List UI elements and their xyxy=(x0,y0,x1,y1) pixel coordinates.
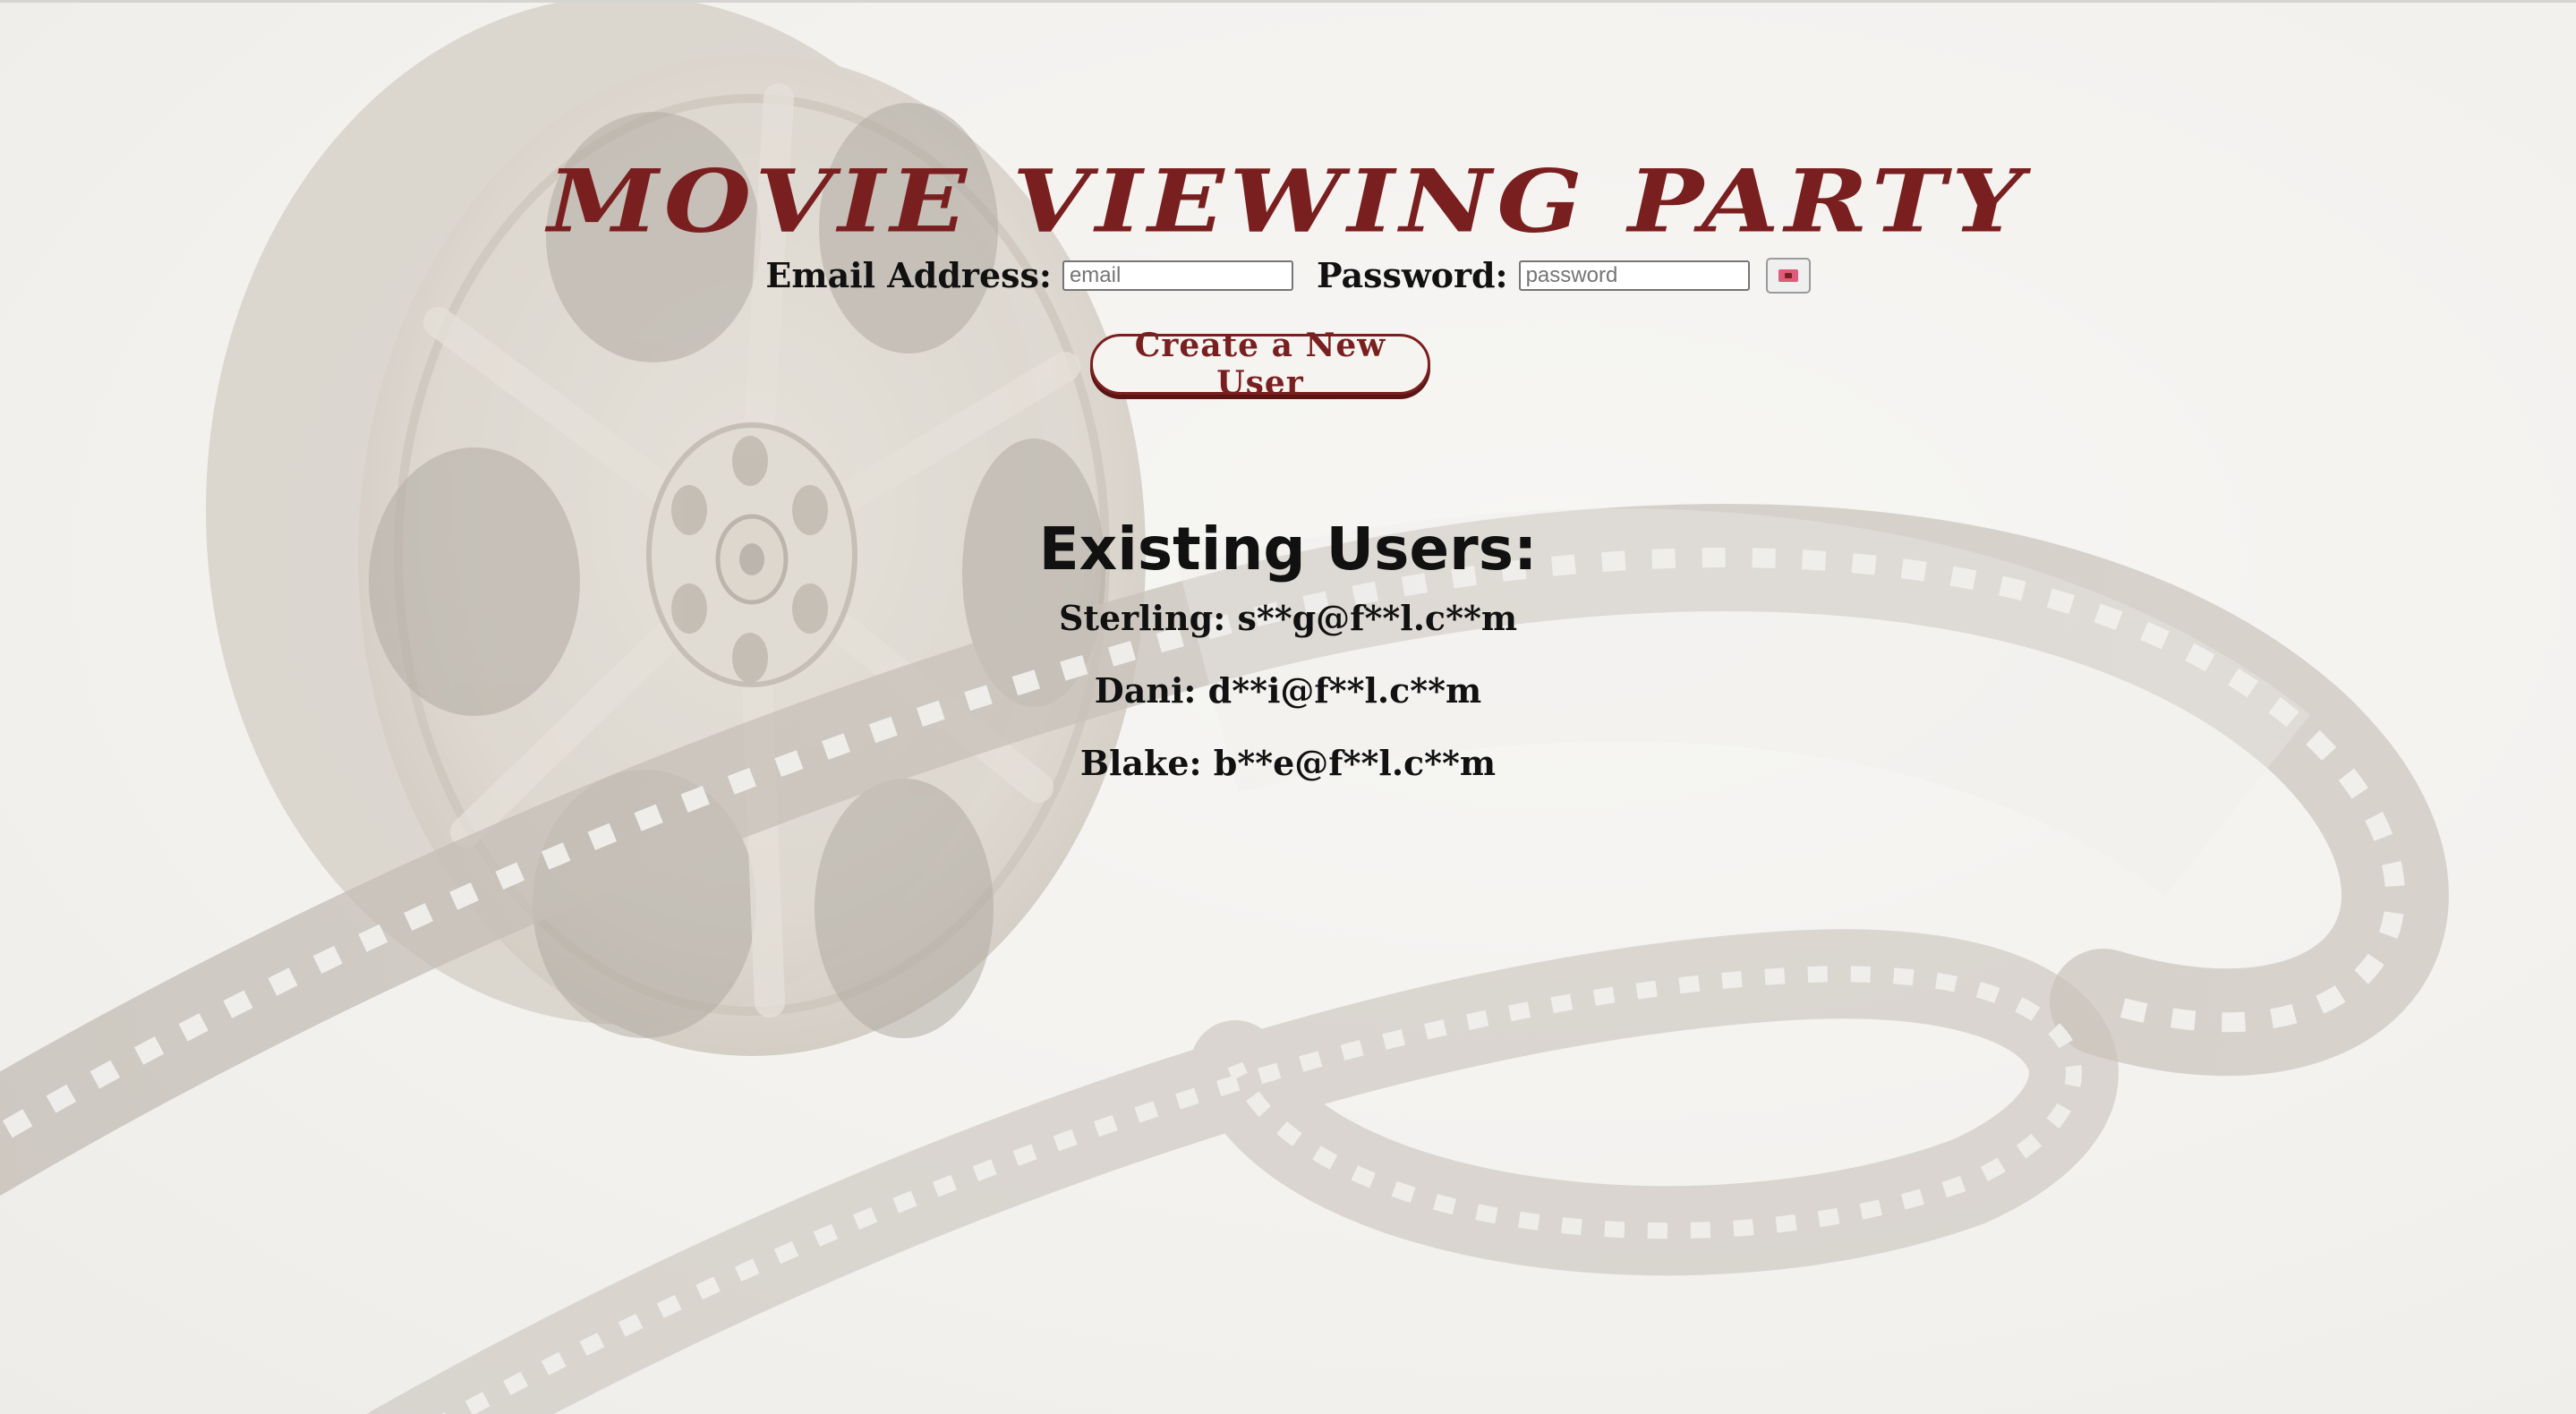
ticket-icon xyxy=(1778,268,1798,282)
user-item-blake[interactable]: Blake: b**e@f**l.c**m xyxy=(0,740,2576,813)
main-content: MOVIE VIEWING PARTY Email Address: Passw… xyxy=(0,0,2576,1414)
create-new-user-button[interactable]: Create a New User xyxy=(1090,327,1430,402)
login-button[interactable] xyxy=(1765,257,1811,294)
user-item-sterling[interactable]: Sterling: s**g@f**l.c**m xyxy=(0,595,2576,668)
existing-users-list: Sterling: s**g@f**l.c**m Dani: d**i@f**l… xyxy=(0,595,2576,813)
password-input[interactable] xyxy=(1518,260,1750,291)
email-input[interactable] xyxy=(1062,260,1293,291)
page-title: MOVIE VIEWING PARTY xyxy=(547,151,2029,252)
password-label: Password: xyxy=(1316,255,1508,295)
existing-users-heading: Existing Users: xyxy=(1038,514,1538,583)
user-item-dani[interactable]: Dani: d**i@f**l.c**m xyxy=(0,668,2576,740)
page-background: MOVIE VIEWING PARTY Email Address: Passw… xyxy=(0,0,2576,1414)
login-form: Email Address: Password: xyxy=(0,255,2576,295)
email-label: Email Address: xyxy=(765,255,1052,295)
